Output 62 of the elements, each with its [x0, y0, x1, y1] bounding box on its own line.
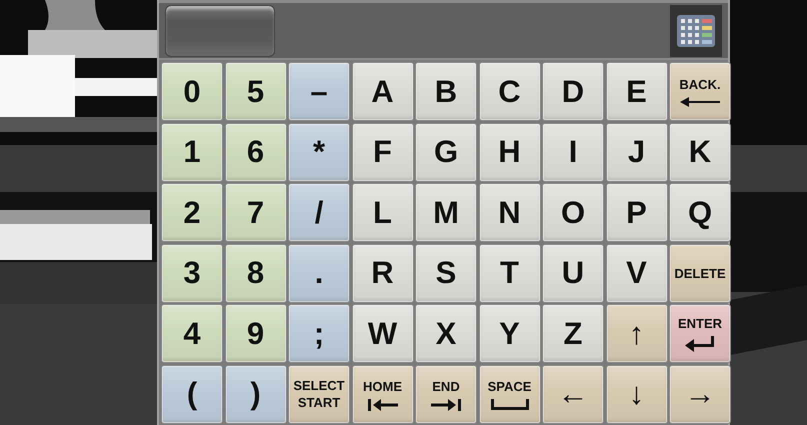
key[interactable]: O: [542, 183, 604, 242]
key[interactable]: 5: [224, 62, 286, 121]
key[interactable]: DELETE: [669, 244, 731, 302]
key[interactable]: T: [478, 244, 540, 302]
keypad-button[interactable]: [670, 4, 722, 56]
key[interactable]: F: [352, 122, 414, 182]
key[interactable]: D: [542, 62, 604, 121]
key[interactable]: 7: [224, 183, 286, 242]
key[interactable]: A: [352, 62, 414, 121]
key[interactable]: 9: [224, 304, 286, 363]
key[interactable]: 1: [161, 122, 223, 182]
key[interactable]: –: [288, 62, 350, 121]
home-icon: [368, 398, 398, 410]
key[interactable]: B: [415, 62, 477, 121]
key[interactable]: HOME: [352, 364, 414, 424]
key[interactable]: *: [288, 122, 350, 182]
end-icon: [431, 398, 461, 410]
key[interactable]: ↑: [606, 304, 668, 363]
key[interactable]: /: [288, 183, 350, 242]
key[interactable]: L: [352, 183, 414, 242]
key[interactable]: ←: [542, 364, 604, 424]
key[interactable]: ;: [288, 304, 350, 363]
key[interactable]: Y: [478, 304, 540, 363]
key[interactable]: P: [606, 183, 668, 242]
key[interactable]: 6: [224, 122, 286, 182]
key[interactable]: →: [669, 364, 731, 424]
key[interactable]: K: [669, 122, 731, 182]
key[interactable]: H: [478, 122, 540, 182]
key[interactable]: 8: [224, 244, 286, 302]
key[interactable]: ↓: [606, 364, 668, 424]
return-icon: [685, 336, 715, 352]
key[interactable]: ENTER: [669, 304, 731, 363]
key[interactable]: Z: [542, 304, 604, 363]
keypad-icon: [677, 14, 715, 46]
key[interactable]: END: [415, 364, 477, 424]
key[interactable]: V: [606, 244, 668, 302]
key[interactable]: S: [415, 244, 477, 302]
key[interactable]: 3: [161, 244, 223, 302]
key[interactable]: C: [478, 62, 540, 121]
key[interactable]: G: [415, 122, 477, 182]
key[interactable]: (: [161, 364, 223, 424]
key[interactable]: U: [542, 244, 604, 302]
key[interactable]: R: [352, 244, 414, 302]
key[interactable]: ): [224, 364, 286, 424]
key[interactable]: X: [415, 304, 477, 363]
key[interactable]: BACK.: [669, 62, 731, 121]
key[interactable]: E: [606, 62, 668, 121]
key[interactable]: SELECT START: [288, 364, 350, 424]
left-arrow-icon: [680, 97, 720, 107]
key[interactable]: 0: [161, 62, 223, 121]
key[interactable]: SPACE: [478, 364, 540, 424]
key[interactable]: M: [415, 183, 477, 242]
key[interactable]: .: [288, 244, 350, 302]
space-icon: [490, 399, 528, 410]
display-field[interactable]: [165, 4, 275, 56]
key[interactable]: W: [352, 304, 414, 363]
key[interactable]: 2: [161, 183, 223, 242]
key[interactable]: 4: [161, 304, 223, 363]
key[interactable]: Q: [669, 183, 731, 242]
key[interactable]: I: [542, 122, 604, 182]
key[interactable]: J: [606, 122, 668, 182]
key[interactable]: N: [478, 183, 540, 242]
